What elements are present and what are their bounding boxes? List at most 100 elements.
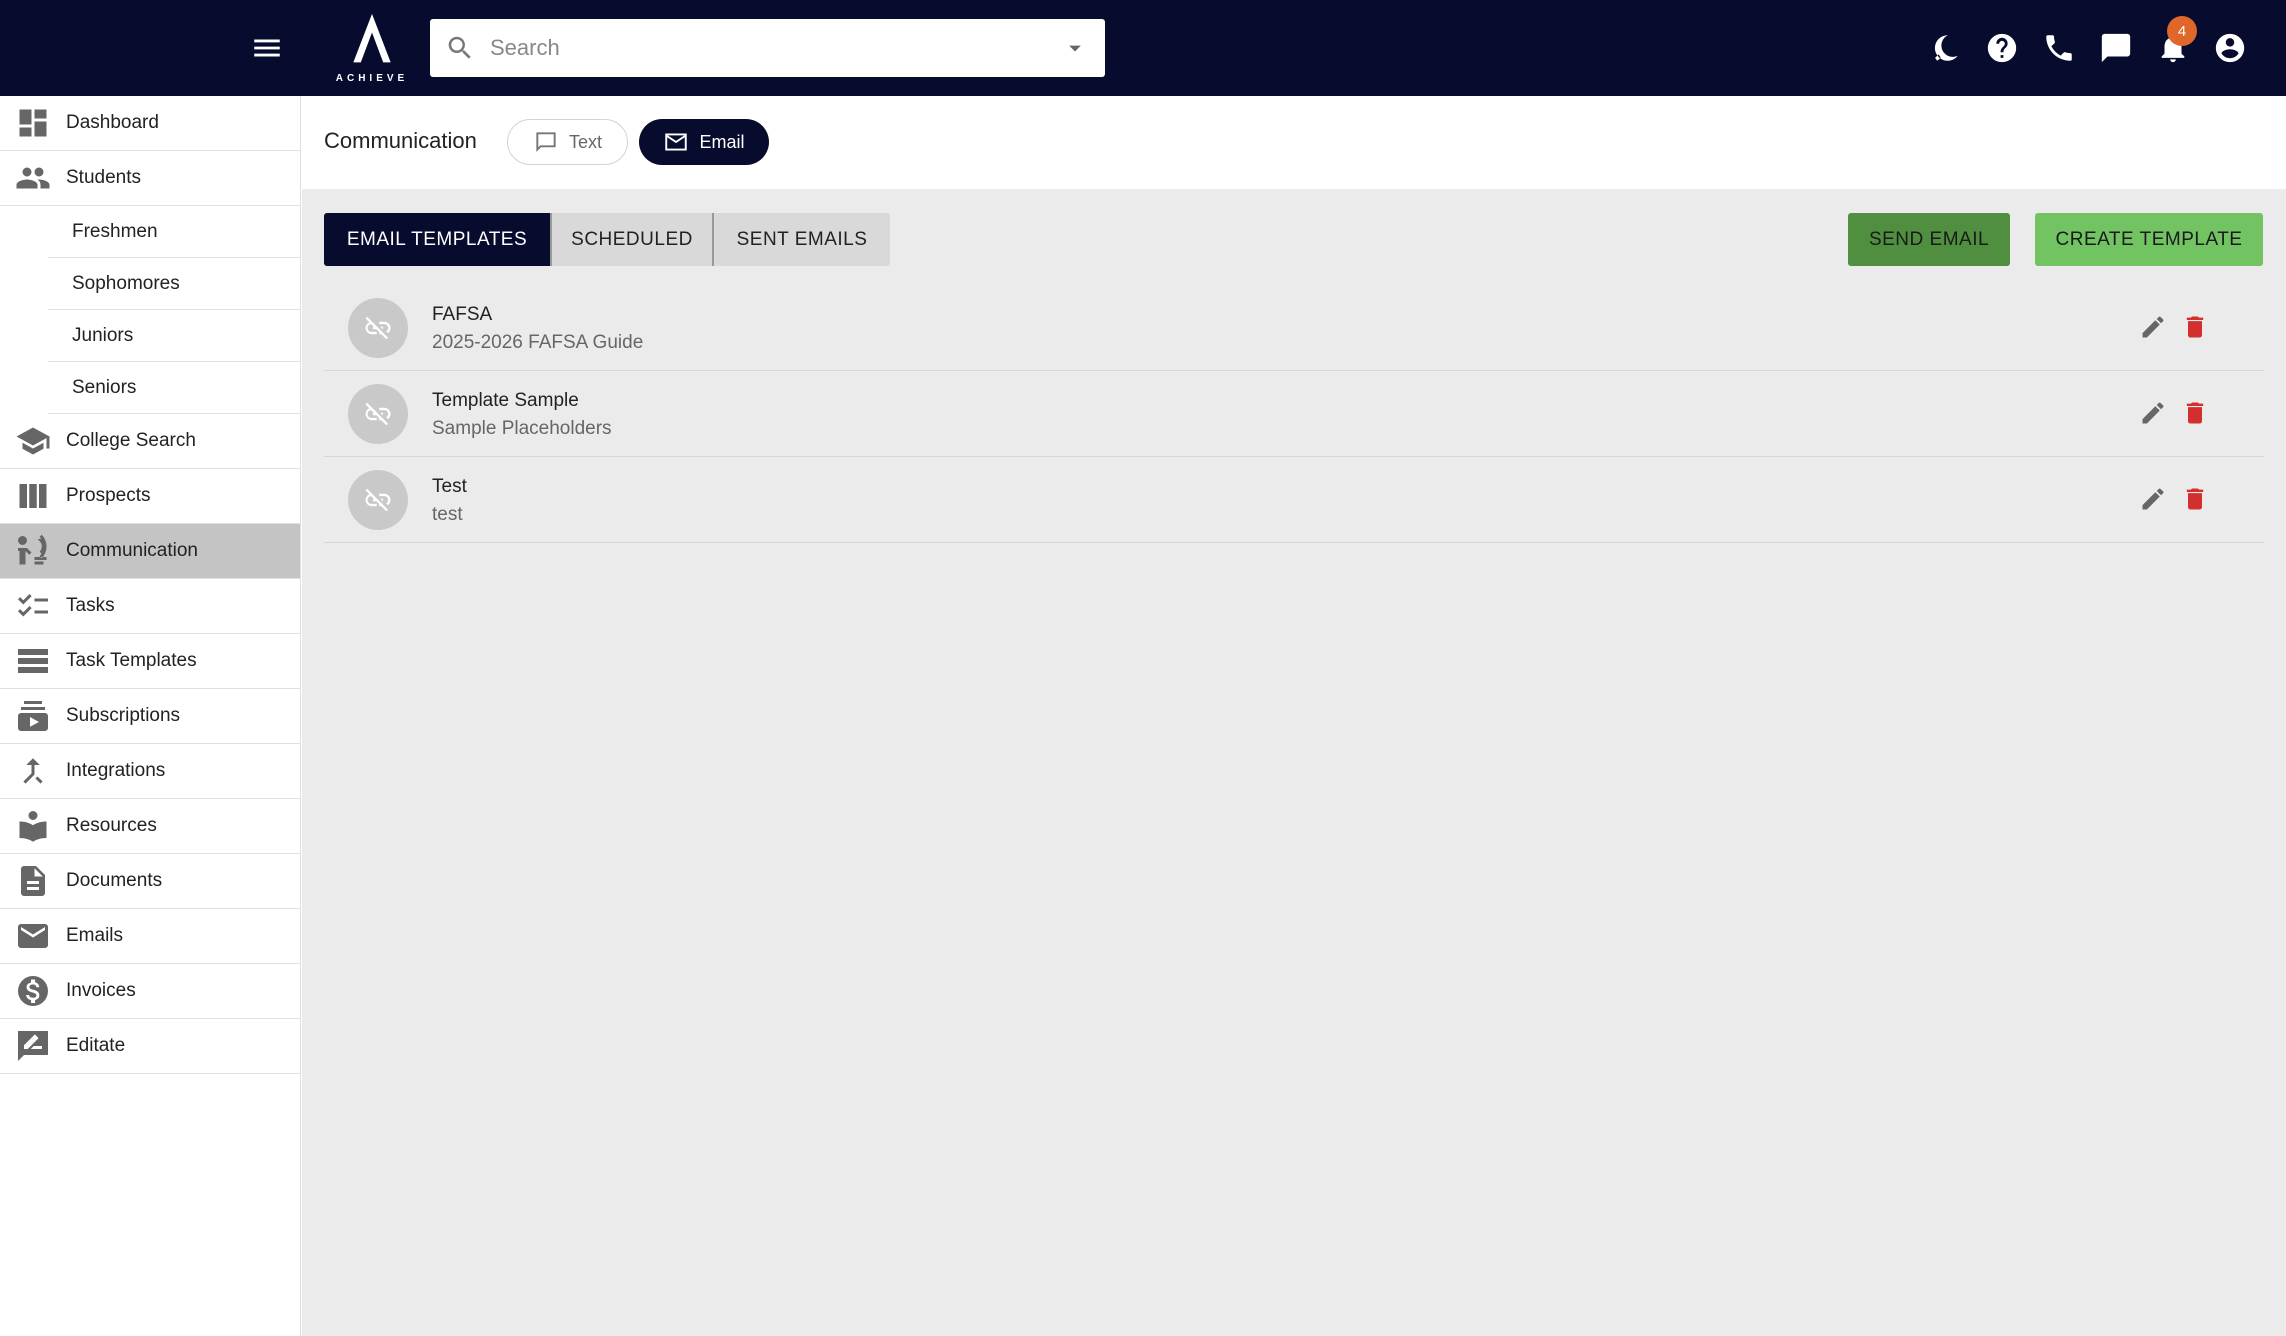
people-icon [0,151,66,206]
sidebar-item-label: Students [66,167,141,188]
sidebar-item-label: Task Templates [66,650,197,671]
sidebar-item-label: Emails [66,925,124,946]
top-icons: 4 [1927,16,2248,70]
sidebar-subitem-label: Freshmen [72,220,158,242]
text-toggle-label: Text [568,131,602,152]
tab-scheduled[interactable]: SCHEDULED [552,213,714,266]
sidebar-subitem-label: Sophomores [72,272,180,294]
book-icon [0,799,66,854]
sidebar: Dashboard Students Freshmen Sophomores J… [0,96,301,1336]
link-off-icon [348,470,408,530]
email-icon [0,909,66,964]
sidebar-subitem-sophomores[interactable]: Sophomores [48,258,300,310]
merge-icon [0,744,66,799]
bell-icon[interactable]: 4 [2155,16,2197,66]
sidebar-item-resources[interactable]: Resources [0,799,300,854]
template-list: FAFSA 2025-2026 FAFSA Guide Template Sam… [324,285,2264,543]
link-off-icon [348,384,408,444]
page-header: Communication Text Email [302,96,2286,189]
sidebar-item-prospects[interactable]: Prospects [0,469,300,524]
sidebar-item-label: Integrations [66,760,166,781]
text-toggle[interactable]: Text [507,119,628,165]
pencil-icon[interactable] [2138,398,2168,428]
page-title: Communication [324,128,477,153]
sidebar-subitem-juniors[interactable]: Juniors [48,310,300,362]
template-subject: test [432,504,463,525]
pencil-icon[interactable] [2138,312,2168,342]
sidebar-subitem-seniors[interactable]: Seniors [48,362,300,414]
tab-email-templates[interactable]: EMAIL TEMPLATES [324,213,552,266]
chevron-down-icon[interactable] [1045,19,1105,77]
sidebar-item-label: Documents [66,870,163,891]
trash-icon[interactable] [2180,398,2210,428]
sidebar-subitem-freshmen[interactable]: Freshmen [48,206,300,258]
school-icon [0,414,66,469]
sidebar-item-label: Dashboard [66,112,159,133]
sidebar-item-college-search[interactable]: College Search [0,414,300,469]
sidebar-item-label: Communication [66,540,198,561]
pencil-icon[interactable] [2138,484,2168,514]
trash-icon[interactable] [2180,312,2210,342]
list-item[interactable]: Test test [324,457,2264,543]
phone-icon[interactable] [2041,30,2077,66]
sidebar-item-editate[interactable]: Editate [0,1019,300,1074]
menu-icon[interactable] [247,31,287,65]
sidebar-item-label: College Search [66,430,196,451]
top-app-bar: ACHIEVE 4 [0,0,2286,96]
sidebar-item-tasks[interactable]: Tasks [0,579,300,634]
sidebar-item-invoices[interactable]: Invoices [0,964,300,1019]
sidebar-item-label: Invoices [66,980,136,1001]
help-icon[interactable] [1984,30,2020,66]
dashboard-icon [0,96,66,151]
email-tabs: EMAIL TEMPLATES SCHEDULED SENT EMAILS [324,213,890,266]
send-email-button[interactable]: SEND EMAIL [1848,213,2010,266]
sidebar-item-label: Resources [66,815,157,836]
list-item[interactable]: Template Sample Sample Placeholders [324,371,2264,457]
chat-bubble-icon [536,132,556,152]
edit-note-icon [0,1019,66,1074]
template-subject: 2025-2026 FAFSA Guide [432,332,644,353]
achieve-logo[interactable]: ACHIEVE [334,12,410,84]
trash-icon[interactable] [2180,484,2210,514]
tab-sent-emails[interactable]: SENT EMAILS [714,213,890,266]
list-item[interactable]: FAFSA 2025-2026 FAFSA Guide [324,285,2264,371]
sidebar-item-communication[interactable]: Communication [0,524,300,579]
theme-toggle-icon[interactable] [1927,30,1963,66]
email-toggle-label: Email [699,131,745,152]
template-subject: Sample Placeholders [432,418,612,439]
sidebar-subitem-label: Seniors [72,376,137,398]
account-icon[interactable] [2212,30,2248,66]
sidebar-item-label: Prospects [66,485,151,506]
email-toggle[interactable]: Email [639,119,769,165]
main-content: Communication Text Email EMAIL TEMPLATES… [302,96,2286,1336]
sidebar-item-emails[interactable]: Emails [0,909,300,964]
dollar-icon [0,964,66,1019]
sidebar-item-documents[interactable]: Documents [0,854,300,909]
link-off-icon [348,298,408,358]
template-name: Test [432,476,467,497]
list-icon [0,634,66,689]
sidebar-item-dashboard[interactable]: Dashboard [0,96,300,151]
sidebar-item-integrations[interactable]: Integrations [0,744,300,799]
search-icon [430,19,490,77]
email-outline-icon [665,133,688,151]
columns-icon [0,469,66,524]
sidebar-item-label: Tasks [66,595,115,616]
sidebar-item-task-templates[interactable]: Task Templates [0,634,300,689]
subscriptions-icon [0,689,66,744]
create-template-button[interactable]: CREATE TEMPLATE [2035,213,2263,266]
communication-icon [0,524,66,579]
document-icon [0,854,66,909]
sidebar-item-subscriptions[interactable]: Subscriptions [0,689,300,744]
logo-text: ACHIEVE [335,73,409,84]
search-input[interactable] [490,35,1045,61]
template-name: FAFSA [432,304,493,325]
sidebar-item-label: Editate [66,1035,126,1056]
sidebar-item-label: Subscriptions [66,705,181,726]
sidebar-subitem-label: Juniors [72,324,134,346]
search-box[interactable] [430,19,1105,77]
notification-badge: 4 [2167,16,2197,46]
sidebar-item-students[interactable]: Students [0,151,300,206]
checklist-icon [0,579,66,634]
chat-icon[interactable] [2098,30,2134,66]
